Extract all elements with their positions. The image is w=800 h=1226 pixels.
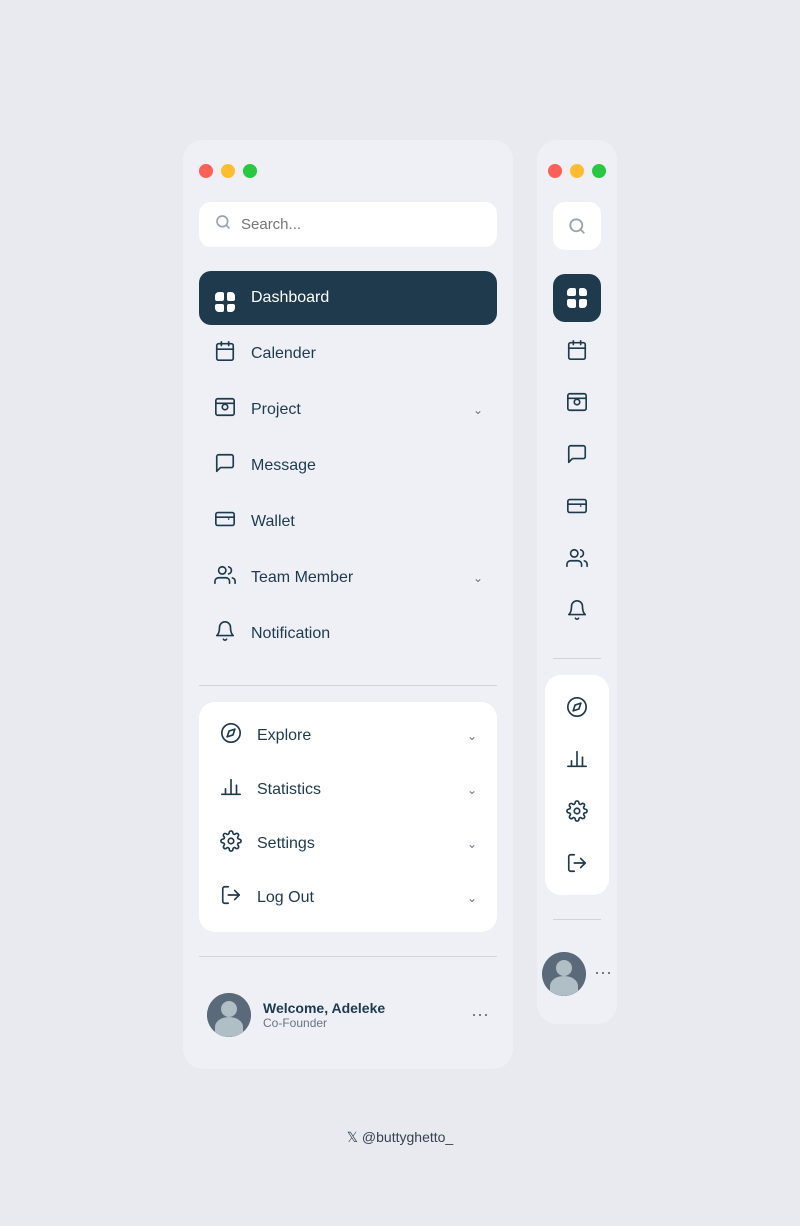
narrow-logout[interactable] [553,839,601,887]
settings-icon [219,830,243,858]
project-chevron: ⌄ [473,403,483,417]
traffic-light-yellow[interactable] [221,164,235,178]
message-icon [213,452,237,480]
notification-label: Notification [251,625,483,643]
narrow-search-button[interactable] [553,202,601,250]
logout-chevron: ⌄ [467,891,477,905]
secondary-nav: Explore ⌄ Statistics ⌄ [199,702,497,932]
avatar [207,993,251,1037]
message-label: Message [251,457,483,475]
logout-icon [219,884,243,912]
narrow-traffic-red[interactable] [548,164,562,178]
narrow-user-menu[interactable]: ⋯ [594,963,612,984]
explore-label: Explore [257,727,453,745]
sidebar-item-explore[interactable]: Explore ⌄ [207,710,489,762]
wallet-icon [213,508,237,536]
traffic-light-green[interactable] [243,164,257,178]
team-member-label: Team Member [251,569,459,587]
statistics-chevron: ⌄ [467,783,477,797]
narrow-statistics[interactable] [553,735,601,783]
narrow-wallet[interactable] [553,482,601,530]
narrow-traffic-green[interactable] [592,164,606,178]
nav-divider [199,685,497,686]
narrow-settings[interactable] [553,787,601,835]
narrow-calendar[interactable] [553,326,601,374]
sidebar-item-notification[interactable]: Notification [199,607,497,661]
sidebar-item-dashboard[interactable]: Dashboard [199,271,497,326]
dashboard-icon [213,284,237,313]
sidebar-item-logout[interactable]: Log Out ⌄ [207,872,489,924]
explore-chevron: ⌄ [467,729,477,743]
footer-credit: 𝕏 @buttyghetto_ [347,1129,453,1146]
search-input[interactable] [241,216,481,233]
sidebar-item-calendar[interactable]: Calender [199,327,497,381]
sidebar-item-statistics[interactable]: Statistics ⌄ [207,764,489,816]
user-footer: Welcome, Adeleke Co-Founder ⋯ [199,981,497,1049]
dashboard-label: Dashboard [251,289,483,307]
statistics-icon [219,776,243,804]
wallet-label: Wallet [251,513,483,531]
narrow-secondary-nav [545,675,609,895]
settings-label: Settings [257,835,453,853]
narrow-traffic-lights [548,160,606,182]
team-chevron: ⌄ [473,571,483,585]
narrow-team[interactable] [553,534,601,582]
team-icon [213,564,237,592]
calendar-label: Calender [251,345,483,363]
traffic-lights [199,160,497,182]
narrow-message[interactable] [553,430,601,478]
search-icon [215,214,231,235]
wide-sidebar: Dashboard Calender Project [183,140,513,1070]
narrow-main-nav [553,274,601,634]
calendar-icon [213,340,237,368]
user-info: Welcome, Adeleke Co-Founder [263,1000,459,1030]
narrow-footer-divider [553,919,601,920]
logout-label: Log Out [257,889,453,907]
narrow-traffic-yellow[interactable] [570,164,584,178]
search-container[interactable] [199,202,497,247]
sidebar-item-settings[interactable]: Settings ⌄ [207,818,489,870]
sidebar-item-message[interactable]: Message [199,439,497,493]
narrow-divider [553,658,601,659]
statistics-label: Statistics [257,781,453,799]
narrow-sidebar: ⋯ [537,140,617,1024]
footer-divider [199,956,497,957]
sidebar-item-wallet[interactable]: Wallet [199,495,497,549]
project-icon [213,396,237,424]
narrow-user-footer: ⋯ [542,944,612,1004]
explore-icon [219,722,243,750]
narrow-avatar [542,952,586,996]
narrow-notification[interactable] [553,586,601,634]
settings-chevron: ⌄ [467,837,477,851]
narrow-dashboard[interactable] [553,274,601,322]
user-name: Welcome, Adeleke [263,1000,459,1016]
user-role: Co-Founder [263,1016,459,1030]
narrow-explore[interactable] [553,683,601,731]
project-label: Project [251,401,459,419]
traffic-light-red[interactable] [199,164,213,178]
main-nav: Dashboard Calender Project [199,271,497,662]
notification-icon [213,620,237,648]
sidebar-item-team-member[interactable]: Team Member ⌄ [199,551,497,605]
sidebar-item-project[interactable]: Project ⌄ [199,383,497,437]
user-menu-button[interactable]: ⋯ [471,1005,489,1026]
narrow-project[interactable] [553,378,601,426]
